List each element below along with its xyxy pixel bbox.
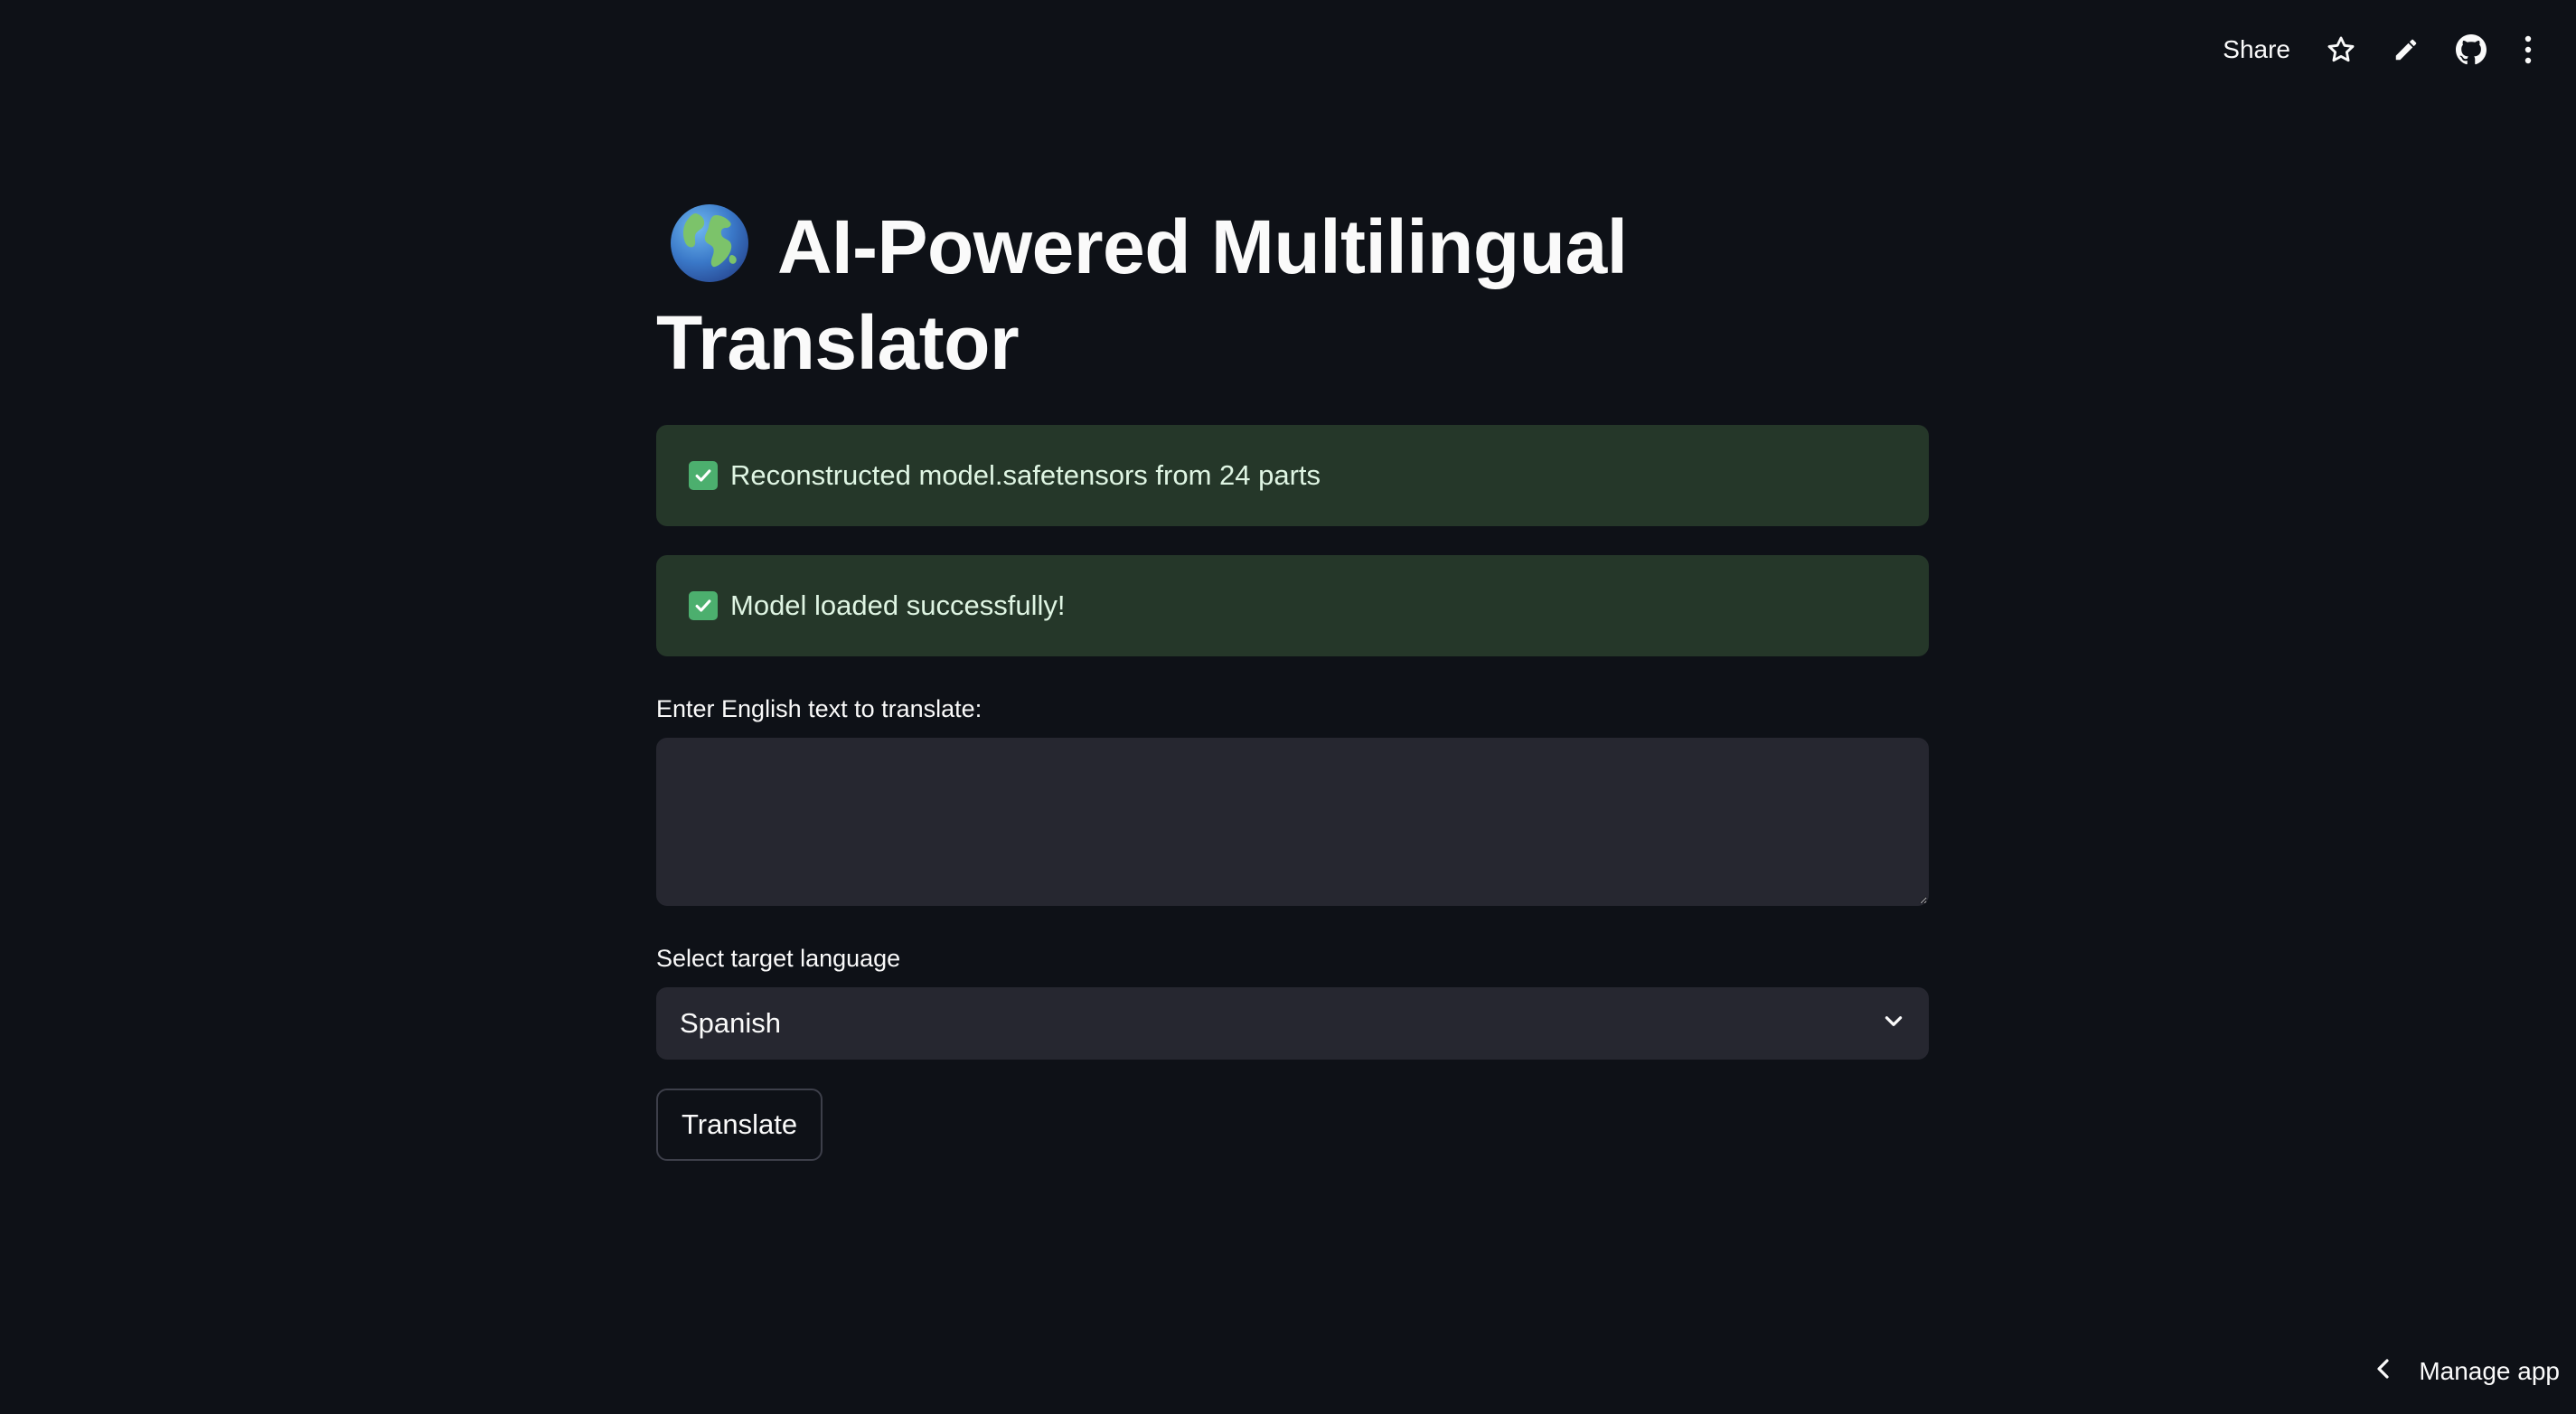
- share-button[interactable]: Share: [2205, 25, 2308, 74]
- alert-text: Model loaded successfully!: [730, 589, 1066, 621]
- manage-app-button[interactable]: Manage app: [2374, 1349, 2560, 1394]
- target-language-select[interactable]: Spanish: [656, 987, 1929, 1060]
- chevron-down-icon: [1882, 1007, 1905, 1040]
- check-icon: [689, 461, 718, 490]
- globe-icon: [669, 203, 750, 284]
- github-icon[interactable]: [2439, 25, 2504, 74]
- success-alert-model-loaded: Model loaded successfully!: [656, 555, 1929, 656]
- manage-app-label: Manage app: [2419, 1357, 2560, 1385]
- success-alert-reconstructed: Reconstructed model.safetensors from 24 …: [656, 425, 1929, 526]
- check-icon: [689, 591, 718, 620]
- star-icon[interactable]: [2308, 25, 2374, 74]
- main-content: AI-Powered Multilingual Translator Recon…: [656, 199, 1929, 1161]
- page-title: AI-Powered Multilingual Translator: [656, 199, 1929, 391]
- text-input-label: Enter English text to translate:: [656, 695, 982, 722]
- pencil-icon[interactable]: [2374, 25, 2439, 74]
- chevron-left-icon: [2374, 1357, 2393, 1387]
- selected-language: Spanish: [680, 1007, 782, 1039]
- top-toolbar: Share: [2205, 25, 2552, 74]
- kebab-menu-icon[interactable]: [2504, 25, 2552, 74]
- translate-button[interactable]: Translate: [656, 1089, 823, 1161]
- alert-text: Reconstructed model.safetensors from 24 …: [730, 459, 1321, 491]
- english-text-input[interactable]: [656, 738, 1929, 906]
- page-title-text: AI-Powered Multilingual Translator: [656, 204, 1628, 385]
- language-select-label: Select target language: [656, 945, 901, 972]
